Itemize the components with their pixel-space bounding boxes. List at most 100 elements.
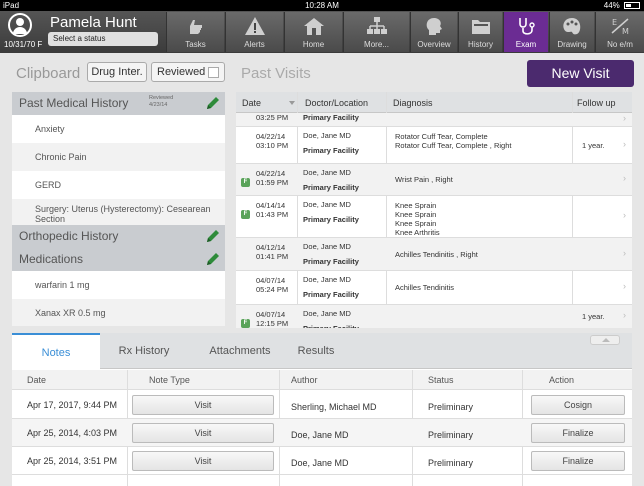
diagnosis-line: Knee Sprain [395,219,437,228]
note-date: Apr 17, 2017, 9:44 PM [27,400,118,410]
nav-no-e-m[interactable]: E M No e/m [595,12,644,52]
past-visit-row[interactable]: F 04/22/14 01:59 PM Doe, Jane MD Primary Fac… [236,164,632,196]
new-visit-button[interactable]: New Visit [527,60,634,87]
past-visit-row[interactable]: F 04/07/1412:15 PM Doe, Jane MD Primary Fac… [236,305,632,328]
past-visit-row[interactable]: 03:25 PM Primary Facility › [236,113,632,127]
warning-icon [244,16,266,36]
visit-doctor-name: Doe, Jane MD [303,200,351,209]
pmh-item[interactable]: Anxiety [12,115,225,143]
notes-panel: Notes Rx History Attachments Results Date N… [12,333,632,486]
diagnosis-line: Wrist Pain , Right [395,175,453,184]
folder-icon [470,16,492,36]
past-visit-row[interactable]: 04/22/14 03:10 PM Doe, Jane MD Primary Faci… [236,127,632,164]
nav-home[interactable]: Home [284,12,342,52]
patient-name: Pamela Hunt [50,14,137,31]
visit-date-day: 04/12/14 [256,243,286,252]
diagnosis-line: Rotator Cuff Tear, Complete [395,132,488,141]
notes-header: Date Note Type Author Status Action [12,370,632,390]
nav-alerts[interactable]: Alerts [225,12,283,52]
section-past-medical-history[interactable]: Past Medical History Reviewed 4/23/14 [12,92,225,115]
note-date: Apr 25, 2014, 3:51 PM [27,456,118,466]
visit-follow-up: 1 year. [582,312,605,321]
nav-label: Overview [417,40,451,49]
em-icon-letter-e: E [612,18,617,27]
note-status: Preliminary [428,402,474,412]
note-status: Preliminary [428,458,474,468]
past-visit-row[interactable]: F 04/14/14 01:43 PM Doe, Jane MD Primary Fac… [236,196,632,238]
note-action-button[interactable]: Finalize [531,423,625,443]
note-type-button[interactable]: Visit [132,451,274,471]
nav-history[interactable]: History [458,12,502,52]
ios-status-bar: iPad 10:28 AM 44% [0,0,644,11]
hand-icon [185,16,207,36]
reviewed-toggle[interactable]: Reviewed [151,62,225,82]
past-visit-row[interactable]: 04/07/14 05:24 PM Doe, Jane MD Primary Faci… [236,271,632,305]
visit-doctor-name: Doe, Jane MD [303,168,351,177]
section-medications[interactable]: Medications [12,248,225,271]
battery-indicator: 44% [604,1,640,10]
nav-label: Tasks [185,40,206,49]
patient-avatar-icon[interactable] [8,13,32,37]
tab-rx-history[interactable]: Rx History [100,333,188,369]
note-action-button[interactable]: Cosign [531,395,625,415]
note-type-button[interactable]: Visit [132,423,274,443]
patient-header: 10/31/70 F Pamela Hunt Select a status T… [0,11,644,53]
flag-badge: F [241,210,250,219]
section-orthopedic-history-title: Orthopedic History [19,229,119,243]
visit-diagnosis: Knee Sprain Knee Sprain Knee Sprain Knee Ar… [395,201,440,237]
visit-diagnosis: Achilles Tendinitis , Right [395,250,478,259]
visit-date-day: 04/14/14 [256,201,286,210]
note-author: Sherling, Michael MD [291,402,377,412]
col-date[interactable]: Date [242,98,261,108]
visit-date: 04/07/14 05:24 PM [256,276,288,294]
nav-exam[interactable]: Exam [503,12,548,52]
pmh-item[interactable]: GERD [12,171,225,199]
visit-doctor: Doe, Jane MD Primary Facility [303,242,359,266]
home-icon [303,16,325,36]
visit-doctor: Doe, Jane MD Primary Facility [303,200,359,224]
nav-label: Home [302,40,325,49]
reviewed-checkbox[interactable] [208,67,219,78]
chevron-right-icon: › [623,113,626,123]
chevron-right-icon: › [623,281,626,291]
note-action-button[interactable]: Finalize [531,451,625,471]
tab-notes[interactable]: Notes [12,333,100,370]
em-icon: EM [609,16,631,36]
note-status: Preliminary [428,430,474,440]
nav-overview[interactable]: Overview [410,12,457,52]
visit-date: 03:25 PM [256,113,288,122]
visit-doctor: Doe, Jane MD Primary Facility [303,131,359,155]
nav-label: No e/m [607,40,633,49]
edit-pencil-icon[interactable] [206,229,220,243]
nav-more[interactable]: More... [343,12,409,52]
pmh-item[interactable]: Chronic Pain [12,143,225,171]
note-row[interactable]: Apr 25, 2014, 4:03 PM Visit Doe, Jane MD Pr… [12,419,632,447]
visit-date: 04/07/14 12:15 PM [256,310,288,328]
nav-tasks[interactable]: Tasks [166,12,224,52]
past-visit-row[interactable]: 04/12/14 01:41 PM Doe, Jane MD Primary Faci… [236,238,632,271]
note-row[interactable]: Apr 25, 2014, 3:51 PM Visit Doe, Jane MD Pr… [12,447,632,475]
clipboard-panel: Past Medical History Reviewed 4/23/14 Anxie… [12,92,225,326]
note-type-button[interactable]: Visit [132,395,274,415]
visit-doctor: Doe, Jane MD Primary Facility [303,309,359,328]
medication-item[interactable]: Xanax XR 0.5 mg [12,299,225,326]
edit-pencil-icon[interactable] [206,96,220,110]
edit-pencil-icon[interactable] [206,252,220,266]
visit-date: 04/12/14 01:41 PM [256,243,288,261]
chevron-right-icon: › [623,139,626,149]
collapse-panel-button[interactable] [590,335,620,345]
pmh-item[interactable]: Surgery: Uterus (Hysterectomy): Cesearea… [12,199,225,225]
note-row[interactable]: Apr 17, 2017, 9:44 PM Visit Sherling, Mich… [12,391,632,419]
palette-icon [561,16,583,36]
status-select[interactable]: Select a status [48,32,158,46]
drug-interactions-button[interactable]: Drug Inter. [87,62,147,82]
visit-date-time: 03:10 PM [256,141,289,150]
tab-results[interactable]: Results [264,333,368,369]
battery-percent: 44% [603,1,620,10]
col-diagnosis: Diagnosis [393,98,433,108]
section-orthopedic-history[interactable]: Orthopedic History [12,225,225,248]
nav-drawing[interactable]: Drawing [549,12,594,52]
nav-label: Exam [515,40,537,49]
medication-item[interactable]: warfarin 1 mg [12,271,225,299]
flag-badge: F [241,178,250,187]
